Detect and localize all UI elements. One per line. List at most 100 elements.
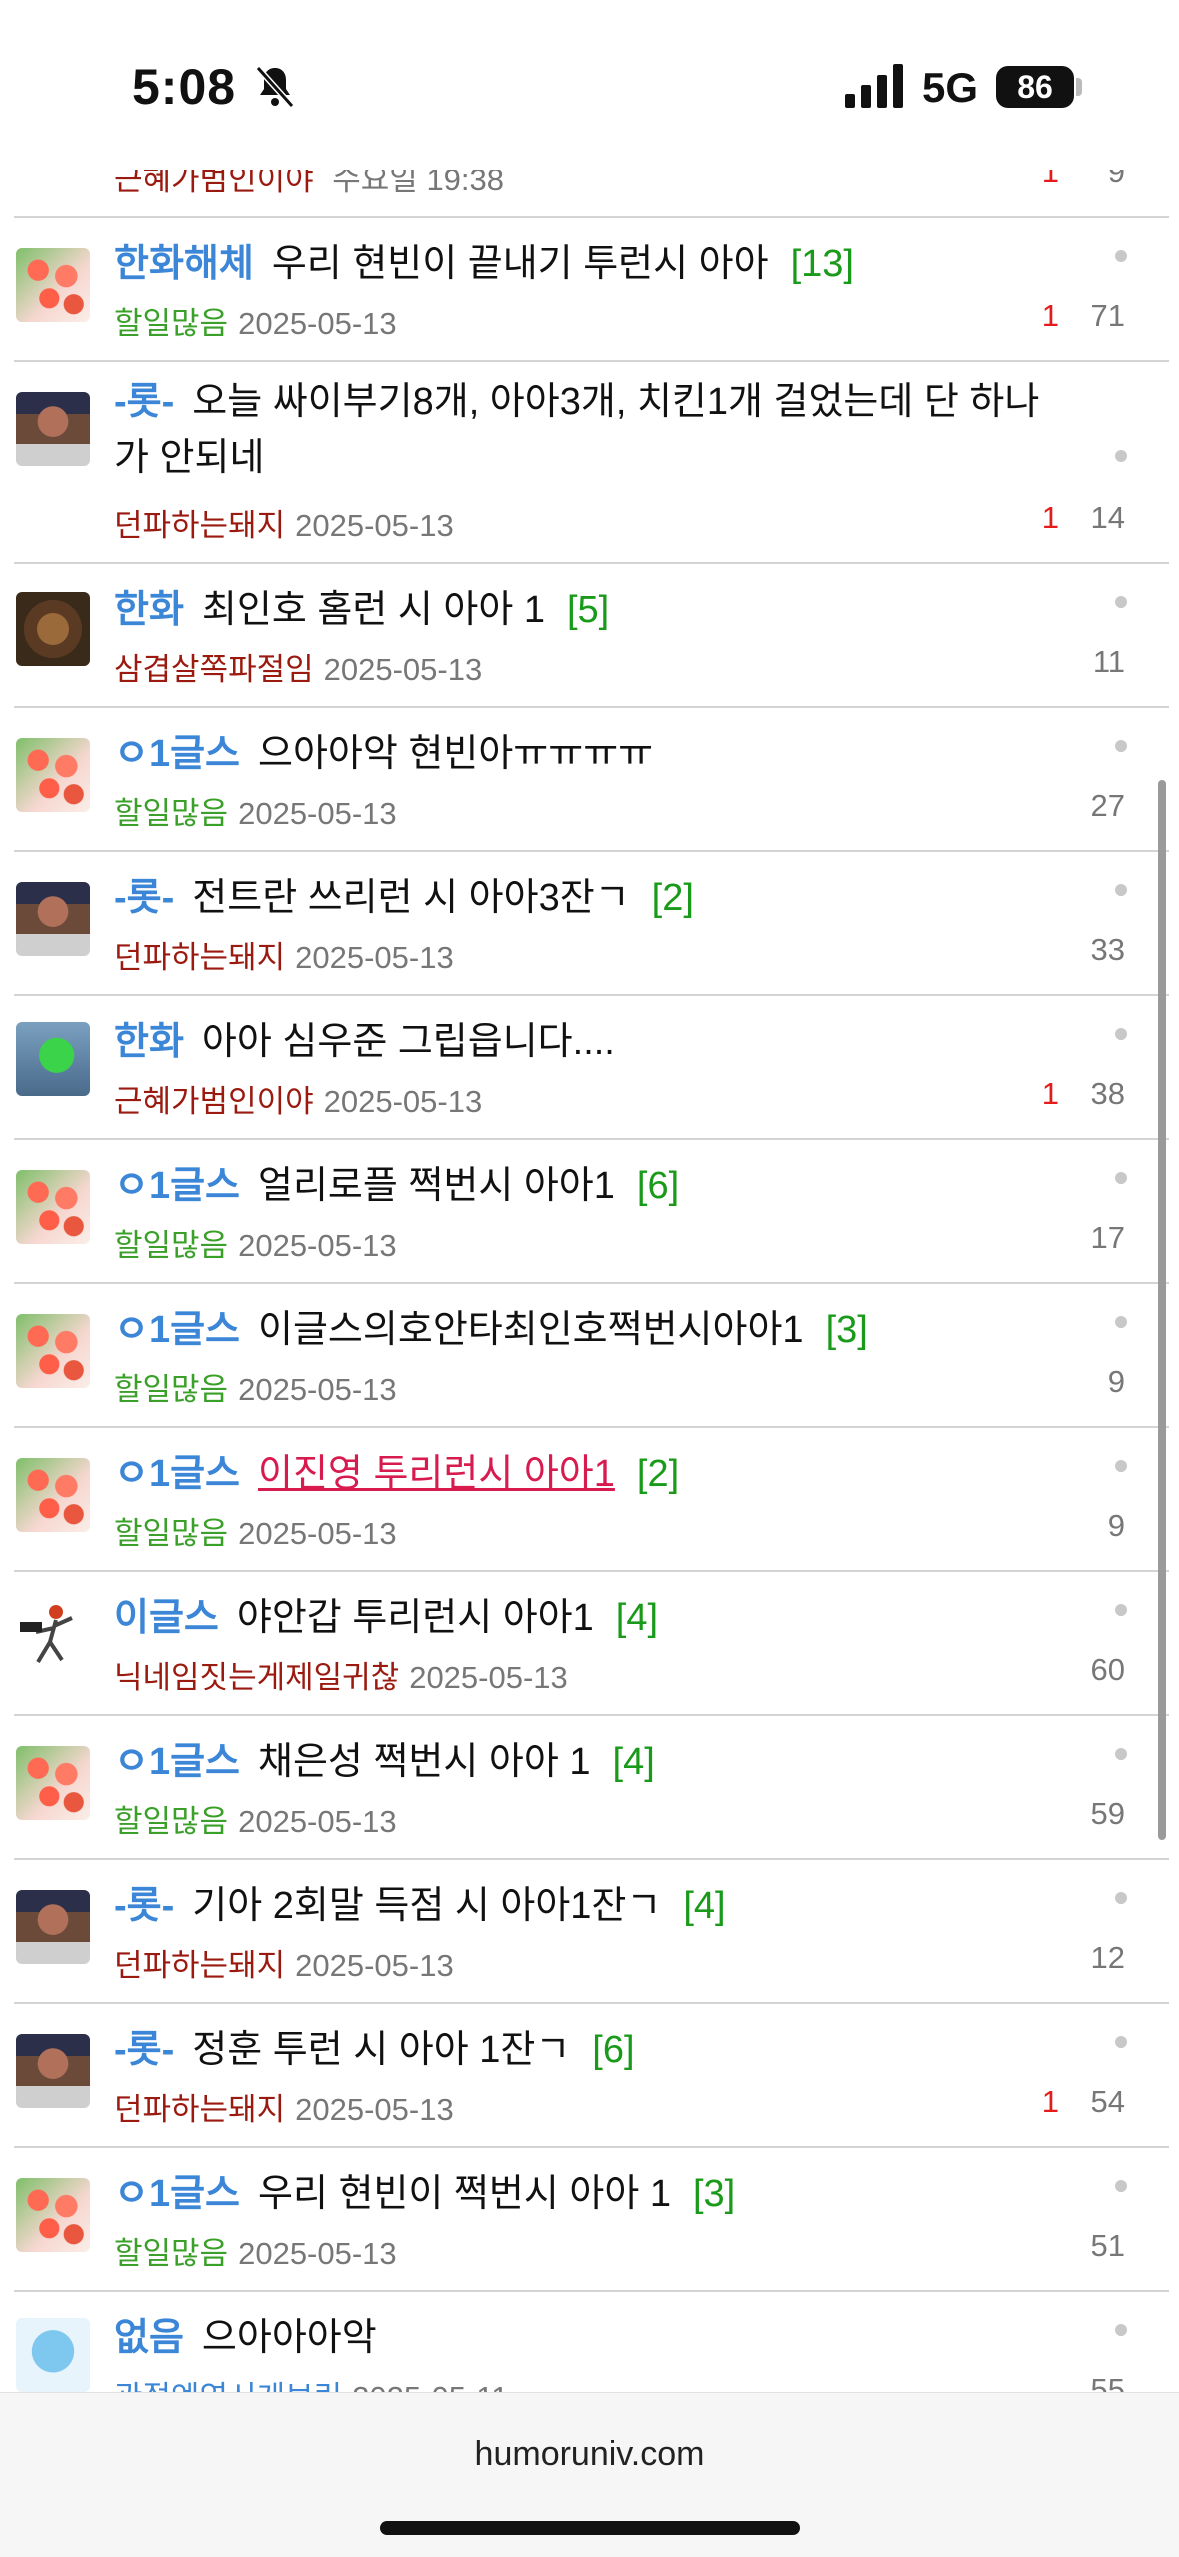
list-item[interactable]: ㅇ1글스 이진영 투리런시 아아1 [2] 할일많음 2025-05-13 9 bbox=[14, 1428, 1169, 1572]
post-title[interactable]: 전트란 쓰리런 시 아아3잔ㄱ bbox=[192, 877, 629, 919]
list-item[interactable]: -롯- 정훈 투런 시 아아 1잔ㄱ [6] 던파하는돼지 2025-05-13 1 … bbox=[14, 2004, 1169, 2148]
list-item[interactable]: ㅇ1글스 얼리로플 쩍번시 아아1 [6] 할일많음 2025-05-13 17 bbox=[14, 1140, 1169, 1284]
more-dot-icon[interactable] bbox=[1115, 1460, 1127, 1472]
post-author[interactable]: 닉네임짓는게제일귀찮 bbox=[114, 1660, 399, 1695]
more-dot-icon[interactable] bbox=[1115, 1028, 1127, 1040]
post-category[interactable]: -롯- bbox=[114, 2029, 174, 2071]
list-item[interactable]: 한화 최인호 홈런 시 아아 1 [5] 삼겹살쪽파절임 2025-05-13 11 bbox=[14, 564, 1169, 708]
scrollbar-thumb[interactable] bbox=[1158, 780, 1166, 1840]
post-category[interactable]: ㅇ1글스 bbox=[114, 1309, 240, 1351]
avatar[interactable] bbox=[16, 248, 90, 322]
avatar[interactable] bbox=[16, 1458, 90, 1532]
post-category[interactable]: 한화 bbox=[114, 589, 184, 631]
avatar[interactable] bbox=[16, 2034, 90, 2108]
more-dot-icon[interactable] bbox=[1115, 2324, 1127, 2336]
avatar[interactable] bbox=[16, 1746, 90, 1820]
more-dot-icon[interactable] bbox=[1115, 2180, 1127, 2192]
post-category[interactable]: ㅇ1글스 bbox=[114, 733, 240, 775]
address-bar[interactable]: humoruniv.com bbox=[0, 2435, 1179, 2474]
list-item[interactable]: -롯- 기아 2회말 득점 시 아아1잔ㄱ [4] 던파하는돼지 2025-05-13… bbox=[14, 1860, 1169, 2004]
post-author[interactable]: 던파하는돼지 bbox=[114, 940, 285, 975]
post-title[interactable]: 으아아아악 bbox=[202, 2317, 377, 2359]
post-title[interactable]: 오늘 싸이부기8개, 아아3개, 치킨1개 걸었는데 단 하나 bbox=[192, 381, 1039, 423]
post-title[interactable]: 얼리로플 쩍번시 아아1 bbox=[258, 1165, 615, 1207]
avatar[interactable] bbox=[16, 738, 90, 812]
list-item[interactable]: ㅇ1글스 으아아악 현빈아ㅠㅠㅠㅠ 할일많음 2025-05-13 27 bbox=[14, 708, 1169, 852]
post-title[interactable]: 야안갑 투리런시 아아1 bbox=[237, 1597, 594, 1639]
list-item[interactable]: -롯- 오늘 싸이부기8개, 아아3개, 치킨1개 걸었는데 단 하나 가 안되네… bbox=[14, 362, 1169, 564]
more-dot-icon[interactable] bbox=[1115, 884, 1127, 896]
avatar[interactable] bbox=[16, 2318, 90, 2392]
post-category[interactable]: 한화해체 bbox=[114, 243, 254, 285]
post-category[interactable]: 한화 bbox=[114, 1021, 184, 1063]
post-title[interactable]: 정훈 투런 시 아아 1잔ㄱ bbox=[192, 2029, 570, 2071]
more-dot-icon[interactable] bbox=[1115, 2036, 1127, 2048]
post-author[interactable]: 할일많음 bbox=[114, 1516, 228, 1551]
more-dot-icon[interactable] bbox=[1115, 1316, 1127, 1328]
more-dot-icon[interactable] bbox=[1115, 1748, 1127, 1760]
post-author[interactable]: 할일많음 bbox=[114, 2236, 228, 2271]
post-category[interactable]: ㅇ1글스 bbox=[114, 1453, 240, 1495]
post-author[interactable]: 근혜가범인이야 bbox=[114, 1084, 314, 1119]
list-item[interactable]: ㅇ1글스 우리 현빈이 쩍번시 아아 1 [3] 할일많음 2025-05-13 51 bbox=[14, 2148, 1169, 2292]
post-author[interactable]: 할일많음 bbox=[114, 1228, 228, 1263]
home-indicator[interactable] bbox=[380, 2521, 800, 2535]
more-dot-icon[interactable] bbox=[1115, 250, 1127, 262]
post-category[interactable]: ㅇ1글스 bbox=[114, 2173, 240, 2215]
list-item[interactable]: -롯- 전트란 쓰리런 시 아아3잔ㄱ [2] 던파하는돼지 2025-05-13 3… bbox=[14, 852, 1169, 996]
post-author[interactable]: 던파하는돼지 bbox=[114, 2092, 285, 2127]
avatar[interactable] bbox=[16, 2178, 90, 2252]
avatar[interactable] bbox=[16, 1022, 90, 1096]
list-item[interactable]: ㅇ1글스 채은성 쩍번시 아아 1 [4] 할일많음 2025-05-13 59 bbox=[14, 1716, 1169, 1860]
more-dot-icon[interactable] bbox=[1115, 1604, 1127, 1616]
more-dot-icon[interactable] bbox=[1115, 1172, 1127, 1184]
post-title[interactable]: 우리 현빈이 끝내기 투런시 아아 bbox=[272, 243, 769, 285]
more-dot-icon[interactable] bbox=[1115, 740, 1127, 752]
status-bar: 5:08 5G 86 bbox=[0, 0, 1179, 170]
post-title[interactable]: 기아 2회말 득점 시 아아1잔ㄱ bbox=[192, 1885, 661, 1927]
list-item[interactable]: 한화 아아 심우준 그립읍니다.... 근혜가범인이야 2025-05-13 1 3… bbox=[14, 996, 1169, 1140]
post-author[interactable]: 던파하는돼지 bbox=[114, 508, 285, 543]
post-category[interactable]: 없음 bbox=[114, 2317, 184, 2359]
list-item[interactable]: 이글스 야안갑 투리런시 아아1 [4] 닉네임짓는게제일귀찮 2025-05-13 … bbox=[14, 1572, 1169, 1716]
post-title[interactable]: 이글스의호안타최인호쩍번시아아1 bbox=[258, 1309, 804, 1351]
more-dot-icon[interactable] bbox=[1115, 596, 1127, 608]
post-author[interactable]: 던파하는돼지 bbox=[114, 1948, 285, 1983]
post-title[interactable]: 으아아악 현빈아ㅠㅠㅠㅠ bbox=[258, 733, 653, 775]
post-date: 2025-05-13 bbox=[295, 940, 454, 975]
post-category[interactable]: -롯- bbox=[114, 877, 174, 919]
post-author[interactable]: 할일많음 bbox=[114, 306, 228, 341]
post-title[interactable]: 아아 심우준 그립읍니다.... bbox=[202, 1021, 615, 1063]
post-category[interactable]: -롯- bbox=[114, 1885, 174, 1927]
list-item[interactable]: 한화해체 우리 현빈이 끝내기 투런시 아아 [13] 할일많음 2025-05-13… bbox=[14, 218, 1169, 362]
more-dot-icon[interactable] bbox=[1115, 1892, 1127, 1904]
post-title[interactable]: 채은성 쩍번시 아아 1 bbox=[258, 1741, 591, 1783]
post-author[interactable]: 할일많음 bbox=[114, 1804, 228, 1839]
post-category[interactable]: -롯- bbox=[114, 381, 174, 423]
avatar[interactable] bbox=[16, 1598, 90, 1672]
avatar[interactable] bbox=[16, 1170, 90, 1244]
avatar[interactable] bbox=[16, 392, 90, 466]
batter-icon bbox=[20, 1605, 73, 1664]
post-title-cont[interactable]: 가 안되네 bbox=[114, 437, 264, 479]
post-author[interactable]: 삼겹살쪽파절임 bbox=[114, 652, 314, 687]
avatar[interactable] bbox=[16, 882, 90, 956]
post-category[interactable]: 이글스 bbox=[114, 1597, 219, 1639]
browser-bottom-bar: humoruniv.com bbox=[0, 2392, 1179, 2557]
avatar[interactable] bbox=[16, 1890, 90, 1964]
list-item[interactable]: ㅇ1글스 이글스의호안타최인호쩍번시아아1 [3] 할일많음 2025-05-13 9 bbox=[14, 1284, 1169, 1428]
post-category[interactable]: ㅇ1글스 bbox=[114, 1165, 240, 1207]
scrollbar[interactable] bbox=[1158, 780, 1166, 1840]
avatar[interactable] bbox=[16, 1314, 90, 1388]
more-dot-icon[interactable] bbox=[1115, 450, 1127, 462]
post-date: 2025-05-13 bbox=[238, 1372, 397, 1407]
post-title[interactable]: 이진영 투리런시 아아1 bbox=[258, 1453, 615, 1495]
post-title[interactable]: 우리 현빈이 쩍번시 아아 1 bbox=[258, 2173, 671, 2215]
avatar[interactable] bbox=[16, 592, 90, 666]
network-type: 5G bbox=[922, 64, 979, 111]
post-category[interactable]: ㅇ1글스 bbox=[114, 1741, 240, 1783]
post-title[interactable]: 최인호 홈런 시 아아 1 bbox=[202, 589, 545, 631]
post-author[interactable]: 할일많음 bbox=[114, 796, 228, 831]
post-author[interactable]: 할일많음 bbox=[114, 1372, 228, 1407]
post-date: 2025-05-13 bbox=[295, 2092, 454, 2127]
